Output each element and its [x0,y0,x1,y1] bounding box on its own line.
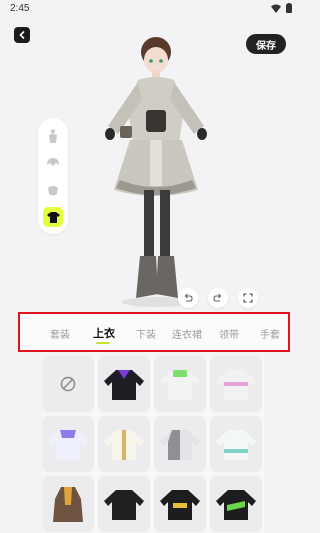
clothing-item[interactable] [154,416,206,472]
chevron-left-icon [19,31,25,39]
tab-tie[interactable]: 领带 [219,326,239,341]
save-button[interactable]: 保存 [246,34,286,54]
back-button[interactable] [14,27,30,43]
clothing-item[interactable] [210,416,262,472]
side-item-face[interactable] [43,180,63,200]
clothing-item-none[interactable] [42,356,94,412]
purple-black-jacket [104,370,144,400]
tab-set[interactable]: 套装 [50,326,70,341]
undo-icon [184,293,193,302]
status-bar: 2:45 [0,0,300,18]
clothing-item[interactable] [210,476,262,532]
battery-icon [286,3,292,13]
clothing-item[interactable] [98,416,150,472]
clothing-grid [42,356,264,533]
status-icons [271,3,292,13]
clothing-item[interactable] [98,356,150,412]
side-item-clothing[interactable] [43,207,63,227]
category-tab-bar: 套装 上衣 下装 连衣裙 领带 手套 [18,312,290,352]
side-item-hair[interactable] [43,153,63,173]
wifi-icon [271,4,281,13]
none-icon [60,376,76,392]
mint-white-top [216,430,256,460]
black-leather-jacket [104,490,144,520]
avatar-preview[interactable] [80,30,250,310]
active-tab-indicator [96,342,110,344]
tshirt-icon [46,211,60,223]
clothing-item[interactable] [98,476,150,532]
white-gold-top [104,430,144,460]
hair-icon [47,158,59,166]
green-white-hoodie [160,370,200,400]
undo-button[interactable] [178,288,198,308]
clothing-item[interactable] [210,356,262,412]
black-yellow-top [160,490,200,520]
body-icon [49,129,57,143]
white-grey-jacket [160,430,200,460]
brown-dress-top [53,487,83,522]
category-side-panel [38,118,68,234]
tab-bottom[interactable]: 下装 [136,326,156,341]
face-icon [48,185,58,195]
tab-gloves[interactable]: 手套 [260,326,280,341]
status-time: 2:45 [10,3,30,14]
tab-dress[interactable]: 连衣裙 [172,326,202,341]
lavender-white-top [48,430,88,460]
fullscreen-icon [243,293,253,303]
side-item-body[interactable] [43,126,63,146]
clothing-item[interactable] [42,416,94,472]
clothing-item[interactable] [42,476,94,532]
clothing-item[interactable] [154,476,206,532]
redo-icon [213,293,222,302]
fullscreen-button[interactable] [238,288,258,308]
pink-white-jacket [216,370,256,400]
tab-top[interactable]: 上衣 [93,325,115,341]
clothing-item[interactable] [154,356,206,412]
redo-button[interactable] [208,288,228,308]
avatar-figure [105,37,207,307]
black-green-top [216,490,256,520]
